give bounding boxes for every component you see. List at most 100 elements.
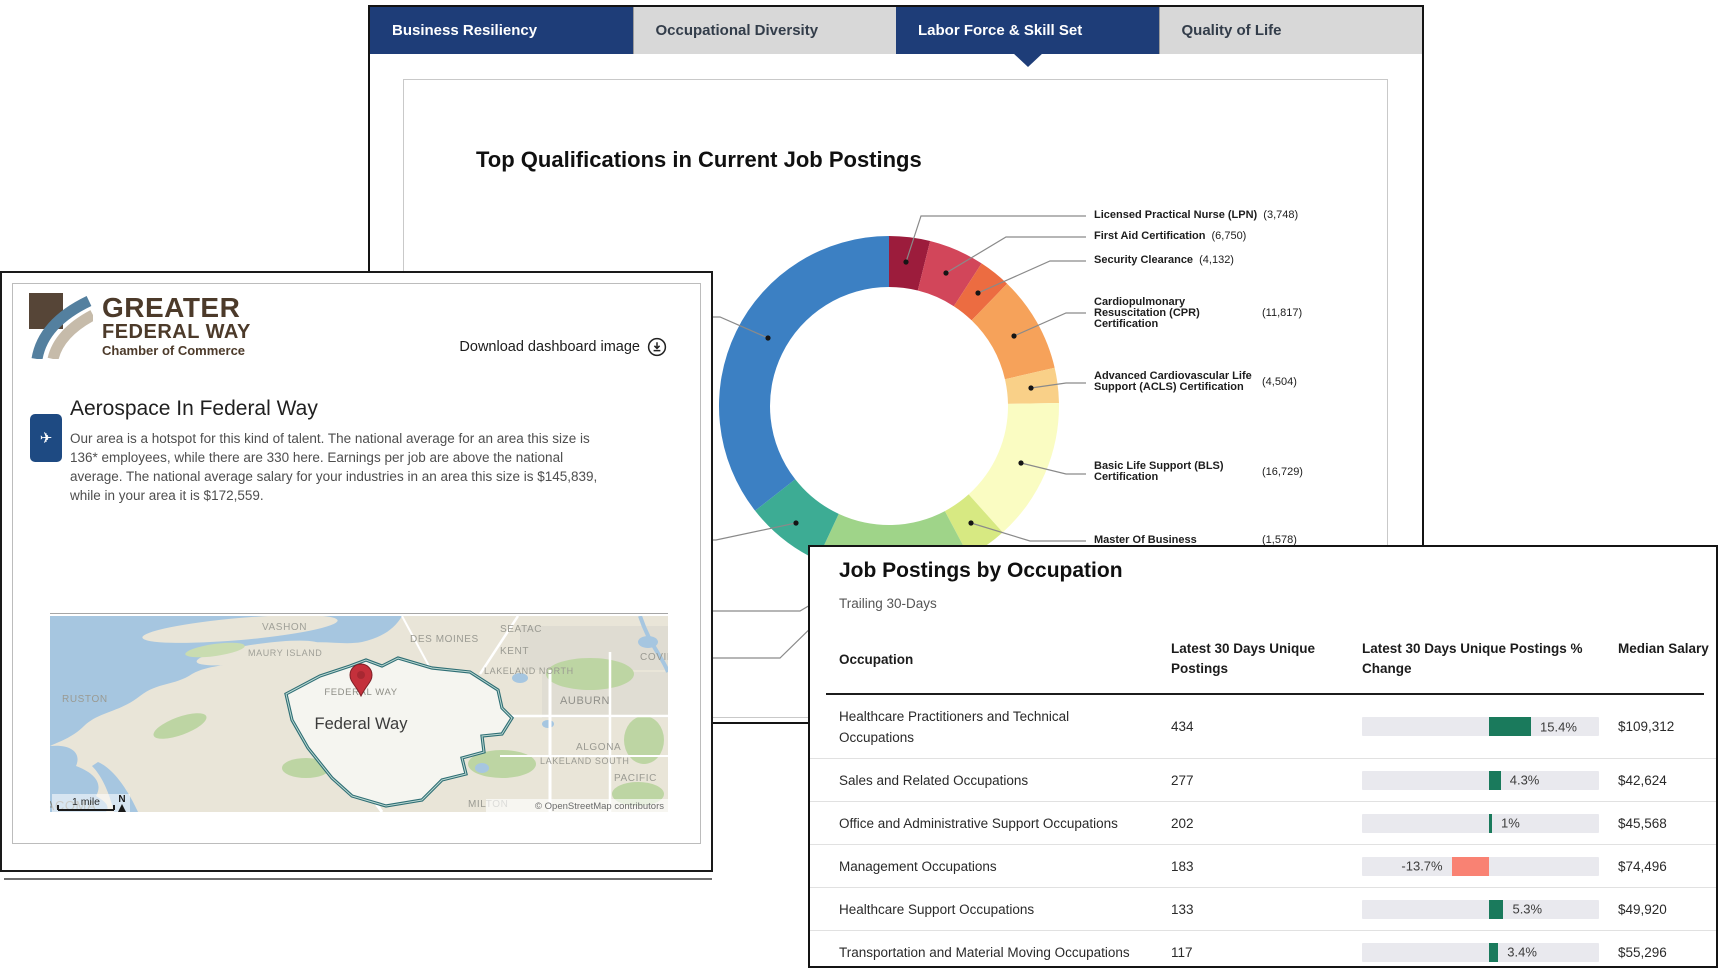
job-postings-card: Job Postings by Occupation Trailing 30-D… [808,545,1718,968]
download-dashboard-button[interactable]: Download dashboard image [459,337,667,357]
change-label: 5.3% [1512,902,1542,917]
download-dashboard-label: Download dashboard image [459,339,640,355]
card-stack-shadow [4,878,712,880]
change-bar-cell: 1% [1362,802,1599,844]
chart-label-row: Licensed Practical Nurse (LPN) (3,748) [1094,210,1312,221]
occupation-cell: Transportation and Material Moving Occup… [839,931,1154,968]
table-row: Office and Administrative Support Occupa… [810,801,1716,844]
chamber-logo-text: GREATER FEDERAL WAY Chamber of Commerce [102,293,251,359]
column-header: Latest 30 Days Unique Postings % Change [1362,639,1617,679]
svg-text:1 mile: 1 mile [72,796,100,808]
tab-quality-of-life[interactable]: Quality of Life [1159,7,1423,54]
occupation-cell: Healthcare Practitioners and TechnicalOc… [839,695,1154,758]
map-place-label: SEATAC [500,624,542,635]
change-bar [1489,771,1501,790]
change-bar-cell: 15.4% [1362,695,1599,758]
column-header: Occupation [839,650,1139,670]
salary-cell: $74,496 [1618,845,1667,887]
table-row: Management Occupations 183 -13.7% $74,496 [810,844,1716,887]
map-image: VASHONMAURY ISLANDDES MOINESSEATACKENTLA… [50,616,668,812]
chart-label-row: Security Clearance (4,132) [1094,255,1312,266]
map-place-label: LAKELAND NORTH [484,666,574,676]
change-label: 4.3% [1510,773,1540,788]
occupation-cell: Sales and Related Occupations [839,759,1154,801]
salary-cell: $45,568 [1618,802,1667,844]
table-row: Healthcare Support Occupations 133 5.3% $49… [810,887,1716,930]
salary-cell: $49,920 [1618,888,1667,930]
aerospace-card: GREATER FEDERAL WAY Chamber of Commerce … [0,271,713,872]
change-bar [1489,814,1492,833]
body-text-line: 136* employees, while there are 330 here… [70,448,597,467]
map-place-label: AUBURN [560,695,610,707]
table-row: Healthcare Practitioners and TechnicalOc… [810,695,1716,758]
change-bar [1489,943,1498,962]
chamber-logo: GREATER FEDERAL WAY Chamber of Commerce [29,293,251,359]
chamber-logo-icon [29,293,93,359]
postings-cell: 202 [1171,802,1194,844]
map-place-label: KENT [500,646,529,657]
change-label: -13.7% [1401,859,1442,874]
job-postings-subtitle: Trailing 30-Days [839,596,937,611]
active-tab-pointer-icon [1012,52,1044,67]
chart-label-row: Basic Life Support (BLS)Certification(16… [1094,461,1312,483]
download-icon [647,337,667,357]
svg-text:N: N [118,794,125,805]
change-bar-track: 3.4% [1362,943,1599,962]
airplane-icon: ✈ [40,429,53,447]
column-header: Latest 30 Days Unique Postings [1171,639,1329,679]
chart-label-row: CardiopulmonaryResuscitation (CPR)Certif… [1094,297,1312,330]
change-bar-track: 5.3% [1362,900,1599,919]
logo-line-1: GREATER [102,295,251,321]
occupation-cell: Management Occupations [839,845,1154,887]
tab-business-resiliency[interactable]: Business Resiliency [370,7,633,54]
map-place-label: ALGONA [576,742,621,753]
table-row: Transportation and Material Moving Occup… [810,930,1716,968]
change-bar-cell: 3.4% [1362,931,1599,968]
svg-text:© OpenStreetMap contributors: © OpenStreetMap contributors [535,801,664,812]
chart-label-row: Advanced Cardiovascular LifeSupport (ACL… [1094,371,1312,393]
change-bar-cell: 4.3% [1362,759,1599,801]
body-text-line: Our area is a hotspot for this kind of t… [70,429,597,448]
chart-label-row: First Aid Certification (6,750) [1094,231,1312,242]
chart-title: Top Qualifications in Current Job Postin… [476,147,922,173]
change-bar [1452,857,1489,876]
change-label: 1% [1501,816,1520,831]
table-row: Sales and Related Occupations2774.3%$42,… [810,758,1716,801]
tab-occupational-diversity[interactable]: Occupational Diversity [633,7,897,54]
change-bar-track: 1% [1362,814,1599,833]
aerospace-heading: Aerospace In Federal Way [70,397,318,421]
map-place-label: LAKELAND SOUTH [540,756,629,766]
federal-way-map: VASHONMAURY ISLANDDES MOINESSEATACKENTLA… [50,616,668,812]
change-bar [1489,900,1503,919]
change-bar-track: 4.3% [1362,771,1599,790]
job-postings-title: Job Postings by Occupation [839,559,1123,583]
change-bar-track: -13.7% [1362,857,1599,876]
map-place-label: RUSTON [62,694,108,705]
logo-line-2: FEDERAL WAY [102,321,251,343]
map-place-label: VASHON [262,622,307,633]
map-place-label: MAURY ISLAND [248,648,322,658]
postings-cell: 434 [1171,695,1194,758]
change-label: 3.4% [1507,945,1537,960]
map-place-label: COVINGTON [640,652,668,663]
occupation-cell: Office and Administrative Support Occupa… [839,802,1154,844]
column-header: Median Salary [1618,639,1718,659]
occupation-cell: Healthcare Support Occupations [839,888,1154,930]
map-divider [50,613,668,614]
change-bar-cell: 5.3% [1362,888,1599,930]
change-bar [1489,717,1531,736]
change-label: 15.4% [1540,719,1577,734]
tab-bar: Business ResiliencyOccupational Diversit… [370,7,1422,54]
aerospace-expand-button[interactable]: ✈ [30,414,62,462]
postings-cell: 133 [1171,888,1194,930]
postings-cell: 183 [1171,845,1194,887]
map-place-label: PACIFIC [614,773,657,784]
map-city-label: Federal Way [315,715,409,733]
body-text-line: while in your area it is $172,559. [70,486,597,505]
body-text-line: average. The national average salary for… [70,467,597,486]
tab-labor-force-skill-set[interactable]: Labor Force & Skill Set [896,7,1159,54]
salary-cell: $42,624 [1618,759,1667,801]
change-bar-track: 15.4% [1362,717,1599,736]
logo-line-3: Chamber of Commerce [102,343,251,359]
salary-cell: $55,296 [1618,931,1667,968]
